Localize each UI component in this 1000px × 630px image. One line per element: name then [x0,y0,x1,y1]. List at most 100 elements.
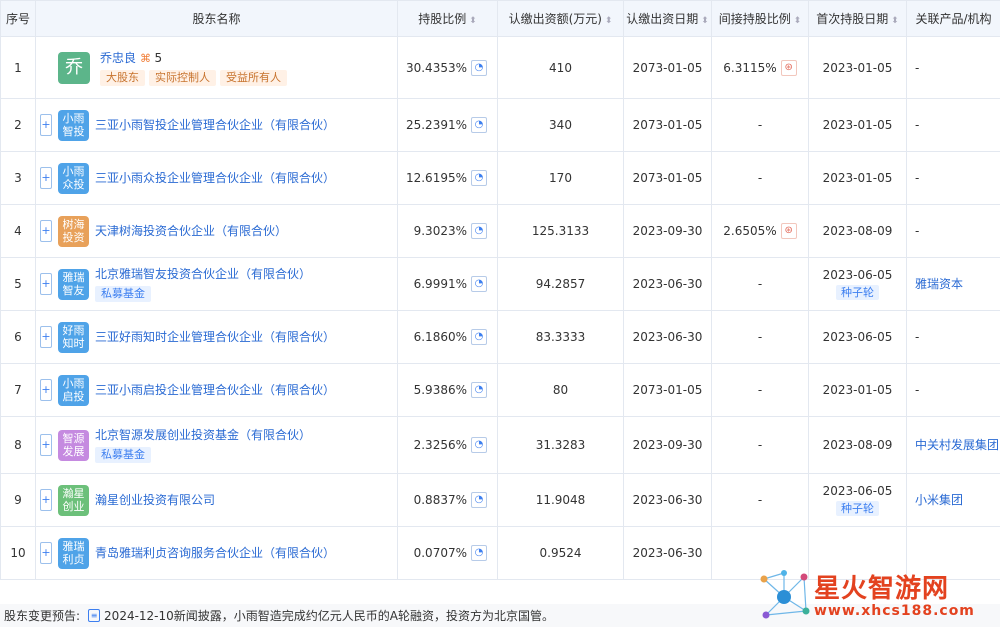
ratio-value: 0.8837% [414,493,467,507]
header-first[interactable]: 首次持股日期 [809,1,907,37]
pie-chart-icon[interactable]: ◔ [471,170,487,186]
row-first-date: 2023-01-05 [809,37,907,99]
pie-chart-icon[interactable]: ◔ [471,329,487,345]
row-indirect: - [712,364,809,417]
related-org[interactable]: 中关村发展集团 [915,438,999,452]
shareholder-cell: + 雅瑞智友北京雅瑞智友投资合伙企业（有限合伙） 私募基金 [36,266,397,302]
row-ratio: 9.3023%◔ [398,205,498,258]
round-badge[interactable]: 种子轮 [836,285,879,300]
header-capital[interactable]: 认缴出资额(万元) [498,1,624,37]
row-shareholder: +智源发展北京智源发展创业投资基金（有限合伙）私募基金 [36,417,398,474]
shareholder-name-link[interactable]: 天津树海投资合伙企业（有限合伙） [95,224,287,238]
ratio-value: 6.1860% [414,330,467,344]
expand-plus-icon[interactable]: + [40,273,52,295]
tag-line: 私募基金 [95,444,311,463]
shareholder-info: 三亚小雨启投企业管理合伙企业（有限合伙） [95,382,335,399]
table-row: 2+小雨智投三亚小雨智投企业管理合伙企业（有限合伙）25.2391%◔34020… [1,99,1000,152]
row-first-date: 2023-01-05 [809,99,907,152]
shareholder-name-link[interactable]: 三亚好雨知时企业管理合伙企业（有限合伙） [95,330,335,344]
ratio-value: 12.6195% [406,171,467,185]
pie-chart-icon[interactable]: ◔ [471,492,487,508]
holding-count[interactable]: ⌘ 5 [140,51,162,65]
expand-plus-icon[interactable]: + [40,489,52,511]
shareholder-name-line: 天津树海投资合伙企业（有限合伙） [95,223,287,240]
row-seq: 1 [1,37,36,99]
row-first-date: 2023-06-05 [809,311,907,364]
indirect-value: 6.3115% [723,61,776,75]
row-indirect: - [712,417,809,474]
pie-chart-icon[interactable]: ◔ [471,437,487,453]
network-logo-icon [754,567,814,627]
pie-chart-icon[interactable]: ◔ [471,276,487,292]
related-org[interactable]: 雅瑞资本 [915,277,963,291]
row-shareholder: +小雨众投三亚小雨众投企业管理合伙企业（有限合伙） [36,152,398,205]
pie-chart-icon[interactable]: ◔ [471,223,487,239]
company-logo: 雅瑞智友 [58,269,89,300]
shareholder-tag[interactable]: 实际控制人 [149,70,216,86]
related-org: - [915,330,919,344]
row-ratio: 0.0707%◔ [398,527,498,580]
expand-plus-icon[interactable]: + [40,167,52,189]
shareholder-name-link[interactable]: 乔忠良 [100,51,136,65]
pie-chart-icon[interactable]: ◔ [471,117,487,133]
expand-plus-icon[interactable]: + [40,434,52,456]
row-capital: 11.9048 [498,474,624,527]
related-org: - [915,61,919,75]
row-seq: 4 [1,205,36,258]
pie-chart-icon[interactable]: ◔ [471,382,487,398]
holding-count-value: 5 [155,51,163,65]
round-badge[interactable]: 种子轮 [836,501,879,516]
penetration-icon[interactable]: ⊛ [781,60,797,76]
row-ratio: 0.8837% ◔ [398,474,498,527]
change-notice-text[interactable]: 2024-12-10新闻披露，小雨智造完成约亿元人民币的A轮融资，投资方为北京国… [104,607,554,624]
shareholder-name-link[interactable]: 三亚小雨智投企业管理合伙企业（有限合伙） [95,118,335,132]
row-capital: 125.3133 [498,205,624,258]
expand-plus-icon[interactable]: + [40,114,52,136]
header-date[interactable]: 认缴出资日期 [624,1,712,37]
shareholder-name-link[interactable]: 三亚小雨众投企业管理合伙企业（有限合伙） [95,171,335,185]
expand-plus-icon[interactable]: + [40,542,52,564]
shareholder-tag[interactable]: 大股东 [100,70,145,86]
pie-chart-icon[interactable]: ◔ [471,545,487,561]
shareholder-tag[interactable]: 私募基金 [95,286,151,302]
shareholder-name-link[interactable]: 北京雅瑞智友投资合伙企业（有限合伙） [95,267,311,281]
pie-chart-icon[interactable]: ◔ [471,60,487,76]
row-shareholder: +小雨启投三亚小雨启投企业管理合伙企业（有限合伙） [36,364,398,417]
row-indirect: - [712,152,809,205]
expand-plus-icon[interactable]: + [40,220,52,242]
shareholder-tag[interactable]: 受益所有人 [220,70,287,86]
penetration-icon[interactable]: ⊛ [781,223,797,239]
indirect-value: - [758,383,762,397]
row-related: - [907,152,1000,205]
table-row: 9+瀚星创业瀚星创业投资有限公司0.8837%◔11.90482023-06-3… [1,474,1000,527]
row-related: 雅瑞资本 [907,258,1000,311]
shareholder-cell: +瀚星创业瀚星创业投资有限公司 [36,485,397,516]
row-first-date: 2023-08-09 [809,205,907,258]
related-org: - [915,118,919,132]
row-ratio: 30.4353%◔ [398,37,498,99]
shareholder-name-line: 北京智源发展创业投资基金（有限合伙） [95,427,311,444]
shareholder-info: 三亚好雨知时企业管理合伙企业（有限合伙） [95,329,335,346]
ratio-cell: 0.0707%◔ [398,545,497,561]
shareholder-name-link[interactable]: 瀚星创业投资有限公司 [95,493,215,507]
row-related: - [907,364,1000,417]
row-ratio: 2.3256%◔ [398,417,498,474]
shareholder-name-link[interactable]: 北京智源发展创业投资基金（有限合伙） [95,428,311,442]
header-indirect[interactable]: 间接持股比例 [712,1,809,37]
row-capital: 340 [498,99,624,152]
row-related: 中关村发展集团 [907,417,1000,474]
related-org[interactable]: 小米集团 [915,493,963,507]
shareholder-info: 三亚小雨众投企业管理合伙企业（有限合伙） [95,170,335,187]
shareholder-cell: +树海投资天津树海投资合伙企业（有限合伙） [36,216,397,247]
shareholder-name-link[interactable]: 青岛雅瑞利贞咨询服务合伙企业（有限合伙） [95,546,335,560]
row-ratio: 6.1860% ◔ [398,311,498,364]
first-date-value: 2023-06-05 [809,330,906,344]
shareholder-info: 北京雅瑞智友投资合伙企业（有限合伙） 私募基金 [95,266,311,302]
header-seq: 序号 [1,1,36,37]
shareholder-name-link[interactable]: 三亚小雨启投企业管理合伙企业（有限合伙） [95,383,335,397]
expand-plus-icon[interactable]: + [40,379,52,401]
row-date: 2073-01-05 [624,364,712,417]
expand-plus-icon[interactable]: + [40,326,52,348]
header-ratio[interactable]: 持股比例 [398,1,498,37]
shareholder-tag[interactable]: 私募基金 [95,447,151,463]
